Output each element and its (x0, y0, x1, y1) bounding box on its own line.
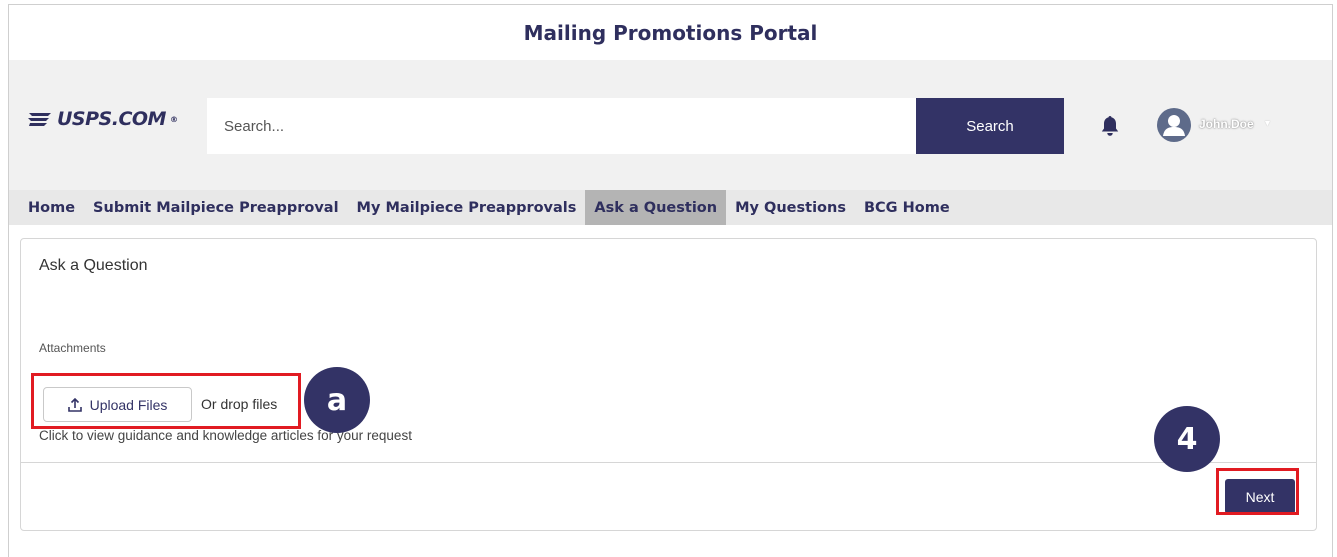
logo-text: USPS.COM (57, 108, 166, 130)
chevron-down-icon[interactable]: ▼ (1263, 118, 1272, 128)
usps-logo[interactable]: USPS.COM ® (27, 108, 178, 130)
nav-item-my-questions[interactable]: My Questions (726, 190, 855, 225)
card-title: Ask a Question (39, 257, 148, 274)
callout-badge-a: a (304, 367, 370, 433)
drop-files-text: Or drop files (201, 396, 278, 412)
portal-title: Mailing Promotions Portal (523, 20, 818, 45)
nav-item-home[interactable]: Home (19, 190, 84, 225)
upload-files-label: Upload Files (89, 396, 168, 413)
eagle-logo-icon (28, 113, 51, 126)
bell-icon[interactable] (1101, 115, 1119, 137)
search-input[interactable] (207, 98, 917, 154)
logo-mark: ® (169, 114, 178, 124)
user-name[interactable]: John.Doe (1199, 117, 1254, 131)
nav-item-ask-question[interactable]: Ask a Question (585, 190, 727, 225)
ask-question-card: Ask a Question Attachments Upload Files … (20, 238, 1317, 531)
portal-window: Mailing Promotions Portal USPS.COM ® Sear… (8, 4, 1333, 557)
portal-title-bar: Mailing Promotions Portal (9, 5, 1332, 60)
search-button[interactable]: Search (916, 98, 1064, 154)
main-nav: Home Submit Mailpiece Preapproval My Mai… (9, 190, 1332, 225)
callout-badge-4: 4 (1154, 406, 1220, 472)
next-button[interactable]: Next (1225, 479, 1295, 514)
upload-files-button[interactable]: Upload Files (43, 387, 192, 422)
guidance-link[interactable]: Click to view guidance and knowledge art… (39, 428, 412, 443)
nav-item-submit-preapproval[interactable]: Submit Mailpiece Preapproval (84, 190, 348, 225)
user-avatar-icon[interactable] (1157, 108, 1191, 142)
card-footer-divider (21, 462, 1316, 463)
upload-icon (67, 397, 82, 412)
nav-item-my-preapprovals[interactable]: My Mailpiece Preapprovals (348, 190, 586, 225)
attachments-label: Attachments (39, 341, 106, 355)
site-header: USPS.COM® Search John.Doe ▼ (9, 60, 1332, 190)
nav-item-bcg-home[interactable]: BCG Home (855, 190, 959, 225)
